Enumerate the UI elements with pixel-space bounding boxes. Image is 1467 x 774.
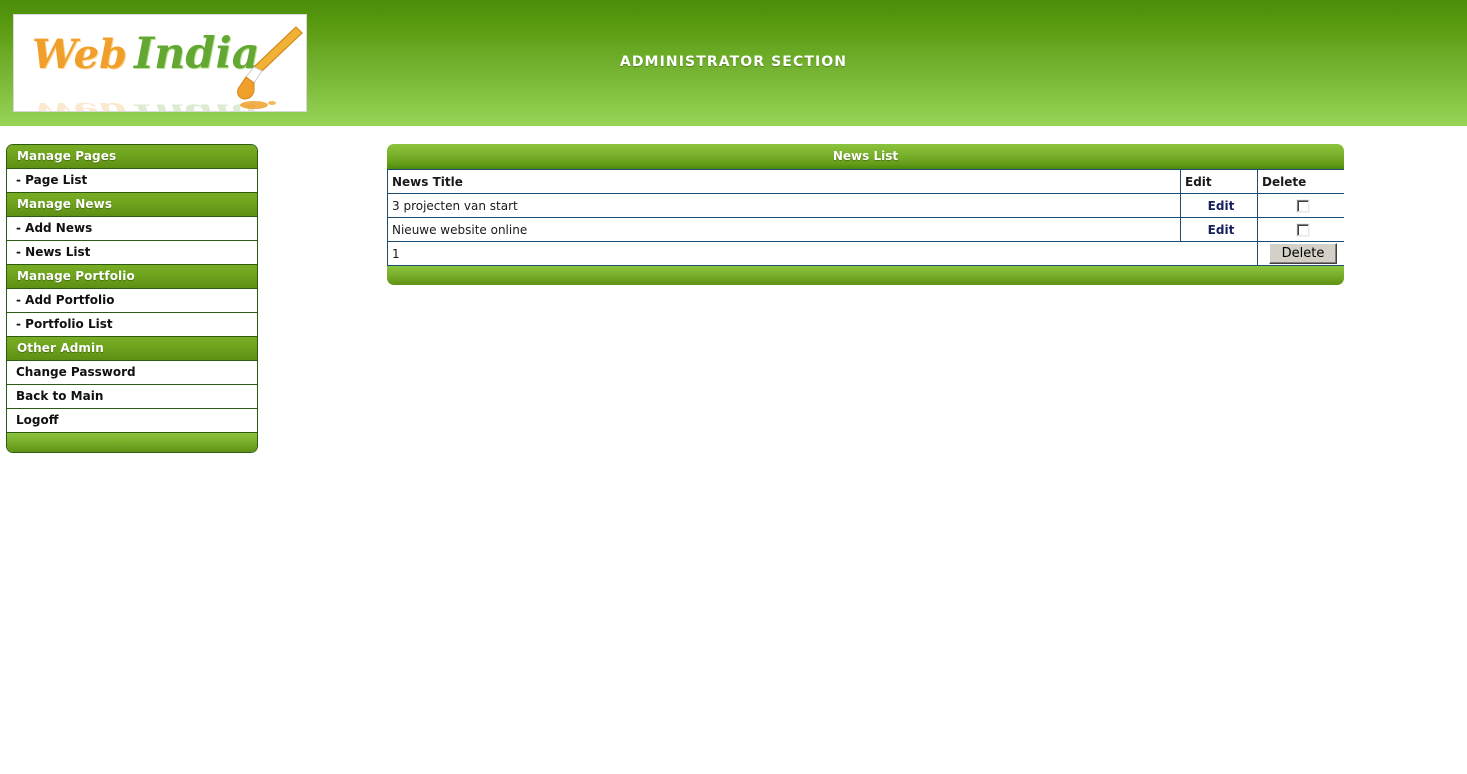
table-header-row: News Title Edit Delete bbox=[387, 169, 1344, 194]
news-table: News Title Edit Delete 3 projecten van s… bbox=[387, 169, 1344, 266]
cell-news-title: 3 projecten van start bbox=[387, 193, 1181, 218]
delete-button-cell: Delete bbox=[1257, 241, 1344, 266]
delete-checkbox[interactable] bbox=[1297, 200, 1309, 212]
table-footer-row: 1 Delete bbox=[387, 241, 1344, 266]
panel-title: News List bbox=[387, 144, 1344, 169]
sidebar-footer-bar bbox=[7, 433, 257, 452]
admin-page: Web India Web India ADMINISTRATOR SECTIO… bbox=[0, 0, 1467, 774]
edit-link[interactable]: Edit bbox=[1208, 223, 1235, 237]
delete-checkbox[interactable] bbox=[1297, 224, 1309, 236]
panel-footer-bar bbox=[387, 266, 1344, 285]
sidebar-heading-other-admin: Other Admin bbox=[7, 337, 257, 361]
news-list-panel: News List News Title Edit Delete 3 proje… bbox=[387, 144, 1344, 285]
column-header-delete: Delete bbox=[1257, 169, 1344, 194]
sidebar-item-add-portfolio[interactable]: - Add Portfolio bbox=[7, 289, 257, 313]
cell-news-title: Nieuwe website online bbox=[387, 217, 1181, 242]
sidebar-item-change-password[interactable]: Change Password bbox=[7, 361, 257, 385]
cell-edit: Edit bbox=[1180, 217, 1258, 242]
sidebar-heading-manage-portfolio: Manage Portfolio bbox=[7, 265, 257, 289]
cell-delete bbox=[1257, 217, 1344, 242]
sidebar-heading-manage-pages: Manage Pages bbox=[7, 145, 257, 169]
pagination[interactable]: 1 bbox=[387, 241, 1258, 266]
sidebar-item-add-news[interactable]: - Add News bbox=[7, 217, 257, 241]
sidebar-item-logoff[interactable]: Logoff bbox=[7, 409, 257, 433]
column-header-edit: Edit bbox=[1180, 169, 1258, 194]
sidebar-item-back-to-main[interactable]: Back to Main bbox=[7, 385, 257, 409]
sidebar-item-portfolio-list[interactable]: - Portfolio List bbox=[7, 313, 257, 337]
column-header-news-title: News Title bbox=[387, 169, 1181, 194]
cell-delete bbox=[1257, 193, 1344, 218]
sidebar-menu: Manage Pages - Page List Manage News - A… bbox=[6, 144, 258, 453]
edit-link[interactable]: Edit bbox=[1208, 199, 1235, 213]
sidebar-item-news-list[interactable]: - News List bbox=[7, 241, 257, 265]
cell-edit: Edit bbox=[1180, 193, 1258, 218]
table-row: 3 projecten van start Edit bbox=[387, 193, 1344, 218]
page-title: ADMINISTRATOR SECTION bbox=[619, 54, 848, 70]
sidebar-heading-manage-news: Manage News bbox=[7, 193, 257, 217]
sidebar-item-page-list[interactable]: - Page List bbox=[7, 169, 257, 193]
logo-text-web-reflection: Web bbox=[32, 97, 128, 112]
table-row: Nieuwe website online Edit bbox=[387, 217, 1344, 242]
delete-button[interactable]: Delete bbox=[1268, 243, 1338, 264]
page-header: Web India Web India ADMINISTRATOR SECTIO… bbox=[0, 0, 1467, 126]
